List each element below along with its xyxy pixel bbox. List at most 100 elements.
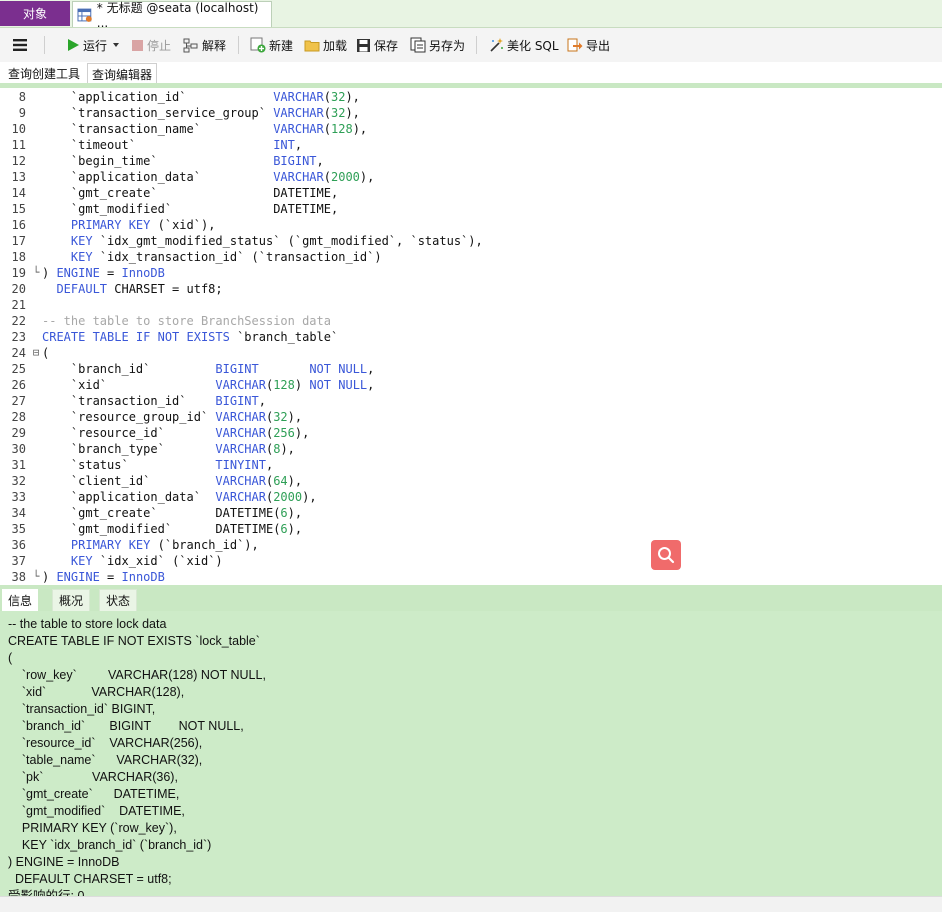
line-number: 32 [11,474,26,488]
code-line[interactable]: 35 `gmt_modified` DATETIME(6), [0,521,942,537]
code-line[interactable]: 29 `resource_id` VARCHAR(256), [0,425,942,441]
run-button[interactable]: 运行 [66,34,124,56]
code-line[interactable]: 26 `xid` VARCHAR(128) NOT NULL, [0,377,942,393]
code-token: `timeout` [42,138,274,152]
code-line[interactable]: 33 `application_data` VARCHAR(2000), [0,489,942,505]
tab-objects[interactable]: 对象 [0,1,70,26]
code-line[interactable]: 27 `transaction_id` BIGINT, [0,393,942,409]
tab-query-editor[interactable]: 查询编辑器 [87,63,158,84]
code-text: KEY `idx_xid` (`xid`) [42,553,223,569]
code-line[interactable]: 21 [0,297,942,313]
code-line[interactable]: 28 `resource_group_id` VARCHAR(32), [0,409,942,425]
line-number: 26 [11,378,26,392]
query-table-icon [77,8,92,22]
code-line[interactable]: 13 `application_data` VARCHAR(2000), [0,169,942,185]
tab-query-builder[interactable]: 查询创建工具 [4,63,84,83]
menu-button[interactable] [12,34,31,56]
code-line[interactable]: 31 `status` TINYINT, [0,457,942,473]
stop-button[interactable]: 停止 [131,34,171,56]
code-text: KEY `idx_transaction_id` (`transaction_i… [42,249,382,265]
code-token: `resource_id` [42,426,216,440]
query-toolbar: 运行 停止 解释 新建 加载 保存 另存为 美化 SQL 导出 [0,28,942,63]
code-line[interactable]: 25 `branch_id` BIGINT NOT NULL, [0,361,942,377]
code-token: , [258,394,266,408]
code-line[interactable]: 14 `gmt_create` DATETIME, [0,185,942,201]
info-output-line: `transaction_id` BIGINT, [8,702,156,716]
code-token: `status` [42,458,216,472]
code-line[interactable]: 16 PRIMARY KEY (`xid`), [0,217,942,233]
code-token: 6 [280,506,288,520]
code-token: 6 [280,522,288,536]
save-button[interactable]: 保存 [356,34,398,56]
code-line[interactable]: 19 └) ENGINE = InnoDB [0,265,942,281]
info-output-line: DEFAULT CHARSET = utf8; [8,872,172,886]
code-token: CREATE TABLE IF NOT EXISTS [42,330,230,344]
chevron-down-icon[interactable] [111,40,121,50]
code-token: VARCHAR [215,426,266,440]
new-button[interactable]: 新建 [250,34,293,56]
beautify-sql-button[interactable]: 美化 SQL [488,34,559,56]
code-token: `gmt_create` DATETIME( [42,506,281,520]
code-token: ), [294,426,310,440]
tab-profile[interactable]: 概况 [52,589,91,611]
save-as-button[interactable]: 另存为 [410,34,465,56]
search-fab-button[interactable] [651,540,681,570]
code-line[interactable]: 20 DEFAULT CHARSET = utf8; [0,281,942,297]
code-text: `application_data` VARCHAR(2000), [42,489,317,505]
code-token: ), [352,122,368,136]
code-line[interactable]: 10 `transaction_name` VARCHAR(128), [0,121,942,137]
code-token: ) [294,378,310,392]
code-token: ), [287,474,303,488]
save-as-icon [410,37,426,53]
save-icon [357,38,370,52]
code-text: `gmt_modified` DATETIME, [42,201,338,217]
line-number: 8 [18,90,26,104]
line-number: 13 [11,170,26,184]
query-mode-tabs: 查询创建工具 查询编辑器 [0,62,942,84]
code-line[interactable]: 18 KEY `idx_transaction_id` (`transactio… [0,249,942,265]
tab-info[interactable]: 信息 [2,589,39,611]
code-token: `begin_time` [42,154,274,168]
sql-editor[interactable]: 8 `application_id` VARCHAR(32), 9 `transa… [0,88,942,584]
hamburger-icon [13,39,27,51]
code-token: , [367,378,375,392]
code-line[interactable]: 12 `begin_time` BIGINT, [0,153,942,169]
code-line[interactable]: 8 `application_id` VARCHAR(32), [0,89,942,105]
code-text: PRIMARY KEY (`xid`), [42,217,216,233]
code-token: `application_data` [42,490,216,504]
code-line[interactable]: 23 CREATE TABLE IF NOT EXISTS `branch_tab… [0,329,942,345]
tab-status[interactable]: 状态 [99,589,138,611]
code-token: ), [280,442,295,456]
code-line[interactable]: 22 -- the table to store BranchSession da… [0,313,942,329]
load-button[interactable]: 加载 [304,34,347,56]
tab-query-untitled[interactable]: * 无标题 @seata (localhost) ... [72,1,272,30]
code-line[interactable]: 30 `branch_type` VARCHAR(8), [0,441,942,457]
code-token: VARCHAR [215,490,266,504]
code-token: VARCHAR [273,122,324,136]
code-token: 2000 [331,170,360,184]
explain-button[interactable]: 解释 [183,34,226,56]
code-line[interactable]: 24 ⊟( [0,345,942,361]
code-line[interactable]: 15 `gmt_modified` DATETIME, [0,201,942,217]
code-line[interactable]: 11 `timeout` INT, [0,137,942,153]
code-line[interactable]: 37 KEY `idx_xid` (`xid`) [0,553,942,569]
code-token: VARCHAR [273,90,324,104]
code-line[interactable]: 38 └) ENGINE = InnoDB [0,569,942,584]
line-number: 28 [11,410,26,424]
export-button[interactable]: 导出 [567,34,610,56]
code-text: `application_id` VARCHAR(32), [42,89,360,105]
code-line[interactable]: 17 KEY `idx_gmt_modified_status` (`gmt_m… [0,233,942,249]
code-line[interactable]: 36 PRIMARY KEY (`branch_id`), [0,537,942,553]
code-line[interactable]: 9 `transaction_service_group` VARCHAR(32… [0,105,942,121]
code-line[interactable]: 32 `client_id` VARCHAR(64), [0,473,942,489]
load-label: 加载 [323,38,348,53]
beautify-sql-label: 美化 SQL [507,38,559,53]
code-text: `status` TINYINT, [42,457,273,473]
fold-toggle-icon[interactable]: ⊟ [30,345,42,361]
code-line[interactable]: 34 `gmt_create` DATETIME(6), [0,505,942,521]
line-number: 9 [18,106,26,120]
